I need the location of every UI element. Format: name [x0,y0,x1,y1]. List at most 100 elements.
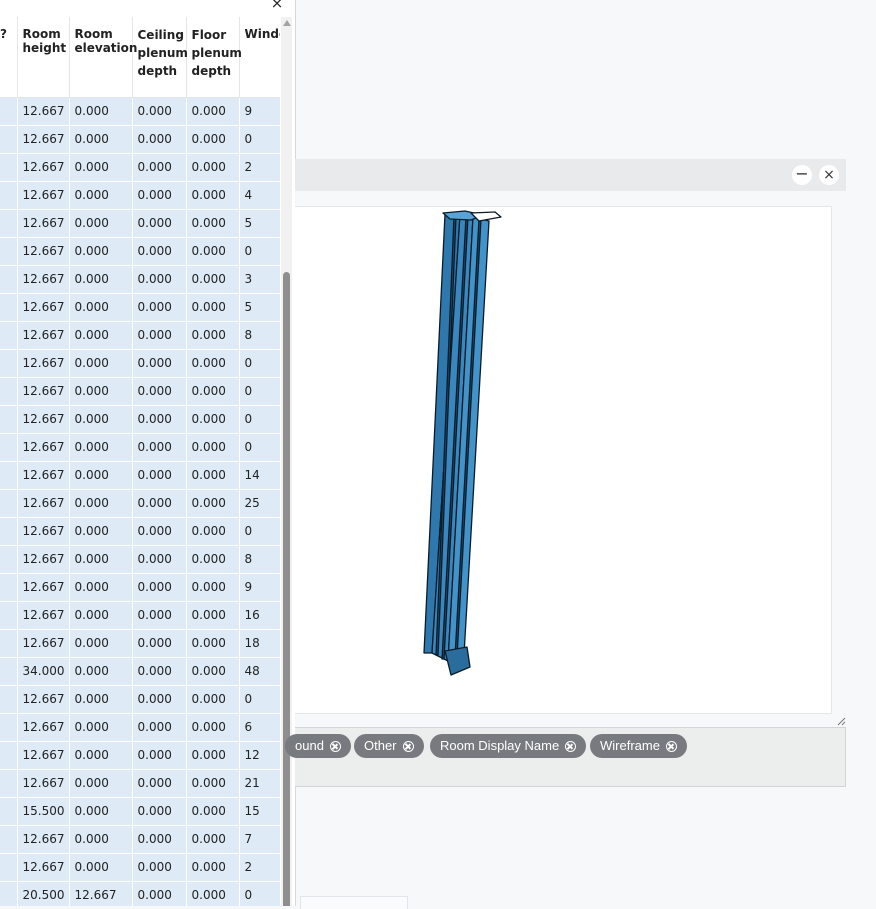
table-cell[interactable]: 0.000 [132,769,187,798]
table-row[interactable]: 12.667 0.000 0.000 0.000 0 [0,405,280,434]
table-row[interactable]: 12.667 0.000 0.000 0.000 25 [0,489,280,518]
table-cell[interactable]: 34.000 [17,657,70,686]
table-cell[interactable]: 0.000 [186,769,240,798]
table-cell[interactable]: 0.000 [132,657,187,686]
table-row[interactable]: 12.667 0.000 0.000 0.000 9 [0,573,280,602]
resize-grip-icon[interactable] [836,716,846,726]
table-cell[interactable]: 12.667 [17,573,70,602]
close-icon[interactable]: × [819,165,839,185]
table-cell[interactable]: 0 [239,405,280,434]
table-cell[interactable]: 0.000 [69,573,133,602]
table-cell[interactable]: 0 [239,125,280,154]
table-cell[interactable]: 12.667 [17,265,70,294]
table-row[interactable]: 12.667 0.000 0.000 0.000 0 [0,517,280,546]
table-cell[interactable]: 12.667 [17,433,70,462]
table-cell[interactable]: 0.000 [132,433,187,462]
table-cell[interactable]: 48 [239,657,280,686]
table-row[interactable]: 12.667 0.000 0.000 0.000 3 [0,265,280,294]
table-cell[interactable]: 0 [239,517,280,546]
table-cell[interactable]: 5 [239,293,280,322]
table-cell[interactable]: 0.000 [69,97,133,126]
table-cell[interactable]: 12.667 [17,405,70,434]
table-cell[interactable]: 0.000 [132,489,187,518]
filter-chip-wireframe[interactable]: Wireframe [590,734,687,758]
table-cell[interactable]: 0.000 [132,405,187,434]
table-cell[interactable]: 0.000 [69,769,133,798]
table-cell[interactable]: 0.000 [132,237,187,266]
table-cell[interactable]: 12.667 [17,741,70,770]
filter-chip[interactable]: ound [285,734,351,758]
table-row[interactable]: 12.667 0.000 0.000 0.000 18 [0,629,280,658]
table-cell[interactable]: 12.667 [17,349,70,378]
table-cell[interactable]: 0.000 [69,153,133,182]
table-cell[interactable]: 12.667 [69,881,133,906]
table-row[interactable]: 12.667 0.000 0.000 0.000 2 [0,153,280,182]
table-cell[interactable]: 8 [239,545,280,574]
filter-chip-other[interactable]: Other [354,734,424,758]
table-cell[interactable]: 0.000 [186,377,240,406]
table-cell[interactable]: 0.000 [186,97,240,126]
table-cell[interactable]: 0.000 [132,881,187,906]
table-cell[interactable]: 21 [239,769,280,798]
table-row[interactable]: 12.667 0.000 0.000 0.000 0 [0,685,280,714]
table-cell[interactable]: 0.000 [186,657,240,686]
table-row[interactable]: 12.667 0.000 0.000 0.000 0 [0,377,280,406]
table-row[interactable]: 12.667 0.000 0.000 0.000 0 [0,237,280,266]
table-cell[interactable]: 0.000 [69,853,133,882]
table-cell[interactable]: 0.000 [132,153,187,182]
table-cell[interactable]: 0.000 [186,685,240,714]
table-cell[interactable]: 5 [239,209,280,238]
table-cell[interactable]: 0.000 [186,713,240,742]
table-row[interactable]: 12.667 0.000 0.000 0.000 8 [0,545,280,574]
table-cell[interactable]: 0.000 [186,209,240,238]
table-cell[interactable]: 6 [239,713,280,742]
table-row[interactable]: 12.667 0.000 0.000 0.000 5 [0,209,280,238]
table-cell[interactable]: 18 [239,629,280,658]
table-cell[interactable]: 15 [239,797,280,826]
table-cell[interactable]: 16 [239,601,280,630]
table-cell[interactable]: 2 [239,153,280,182]
table-row[interactable]: 12.667 0.000 0.000 0.000 9 [0,97,280,126]
table-cell[interactable]: 0.000 [132,125,187,154]
table-cell[interactable]: 0.000 [69,489,133,518]
table-cell[interactable]: 0.000 [69,237,133,266]
table-cell[interactable]: 0.000 [132,601,187,630]
table-row[interactable]: 15.500 0.000 0.000 0.000 15 [0,797,280,826]
table-cell[interactable]: 12.667 [17,825,70,854]
column-header-floor-plenum-depth[interactable]: Floor plenum depth [186,17,242,98]
table-cell[interactable]: 0.000 [69,825,133,854]
table-cell[interactable]: 7 [239,825,280,854]
table-cell[interactable]: 9 [239,97,280,126]
table-cell[interactable]: 0 [239,433,280,462]
table-cell[interactable]: 12.667 [17,713,70,742]
table-cell[interactable]: 12.667 [17,489,70,518]
window-title-bar[interactable]: − × [295,159,846,191]
table-cell[interactable]: 0 [239,377,280,406]
table-row[interactable]: 20.500 12.667 0.000 0.000 0 [0,881,280,906]
table-row[interactable]: 12.667 0.000 0.000 0.000 14 [0,461,280,490]
table-cell[interactable]: 0.000 [69,349,133,378]
remove-filter-icon[interactable] [665,741,677,752]
table-cell[interactable]: 12.667 [17,377,70,406]
table-cell[interactable]: 0.000 [69,461,133,490]
table-cell[interactable]: 0.000 [186,265,240,294]
table-cell[interactable]: 0.000 [186,881,240,906]
table-cell[interactable]: 12.667 [17,545,70,574]
table-cell[interactable]: 0.000 [186,153,240,182]
table-cell[interactable]: 0.000 [69,713,133,742]
table-cell[interactable]: 0.000 [69,517,133,546]
table-row[interactable]: 12.667 0.000 0.000 0.000 0 [0,349,280,378]
remove-filter-icon[interactable] [402,741,414,752]
table-cell[interactable]: 0.000 [132,293,187,322]
table-cell[interactable]: 12.667 [17,125,70,154]
table-cell[interactable]: 12.667 [17,461,70,490]
table-cell[interactable]: 0.000 [132,797,187,826]
table-cell[interactable]: 0.000 [69,741,133,770]
table-cell[interactable]: 0.000 [132,209,187,238]
table-cell[interactable]: 0.000 [186,797,240,826]
table-cell[interactable]: 12.667 [17,517,70,546]
table-row[interactable]: 12.667 0.000 0.000 0.000 16 [0,601,280,630]
table-cell[interactable]: 0.000 [132,517,187,546]
table-row[interactable]: 12.667 0.000 0.000 0.000 21 [0,769,280,798]
table-cell[interactable]: 12.667 [17,293,70,322]
